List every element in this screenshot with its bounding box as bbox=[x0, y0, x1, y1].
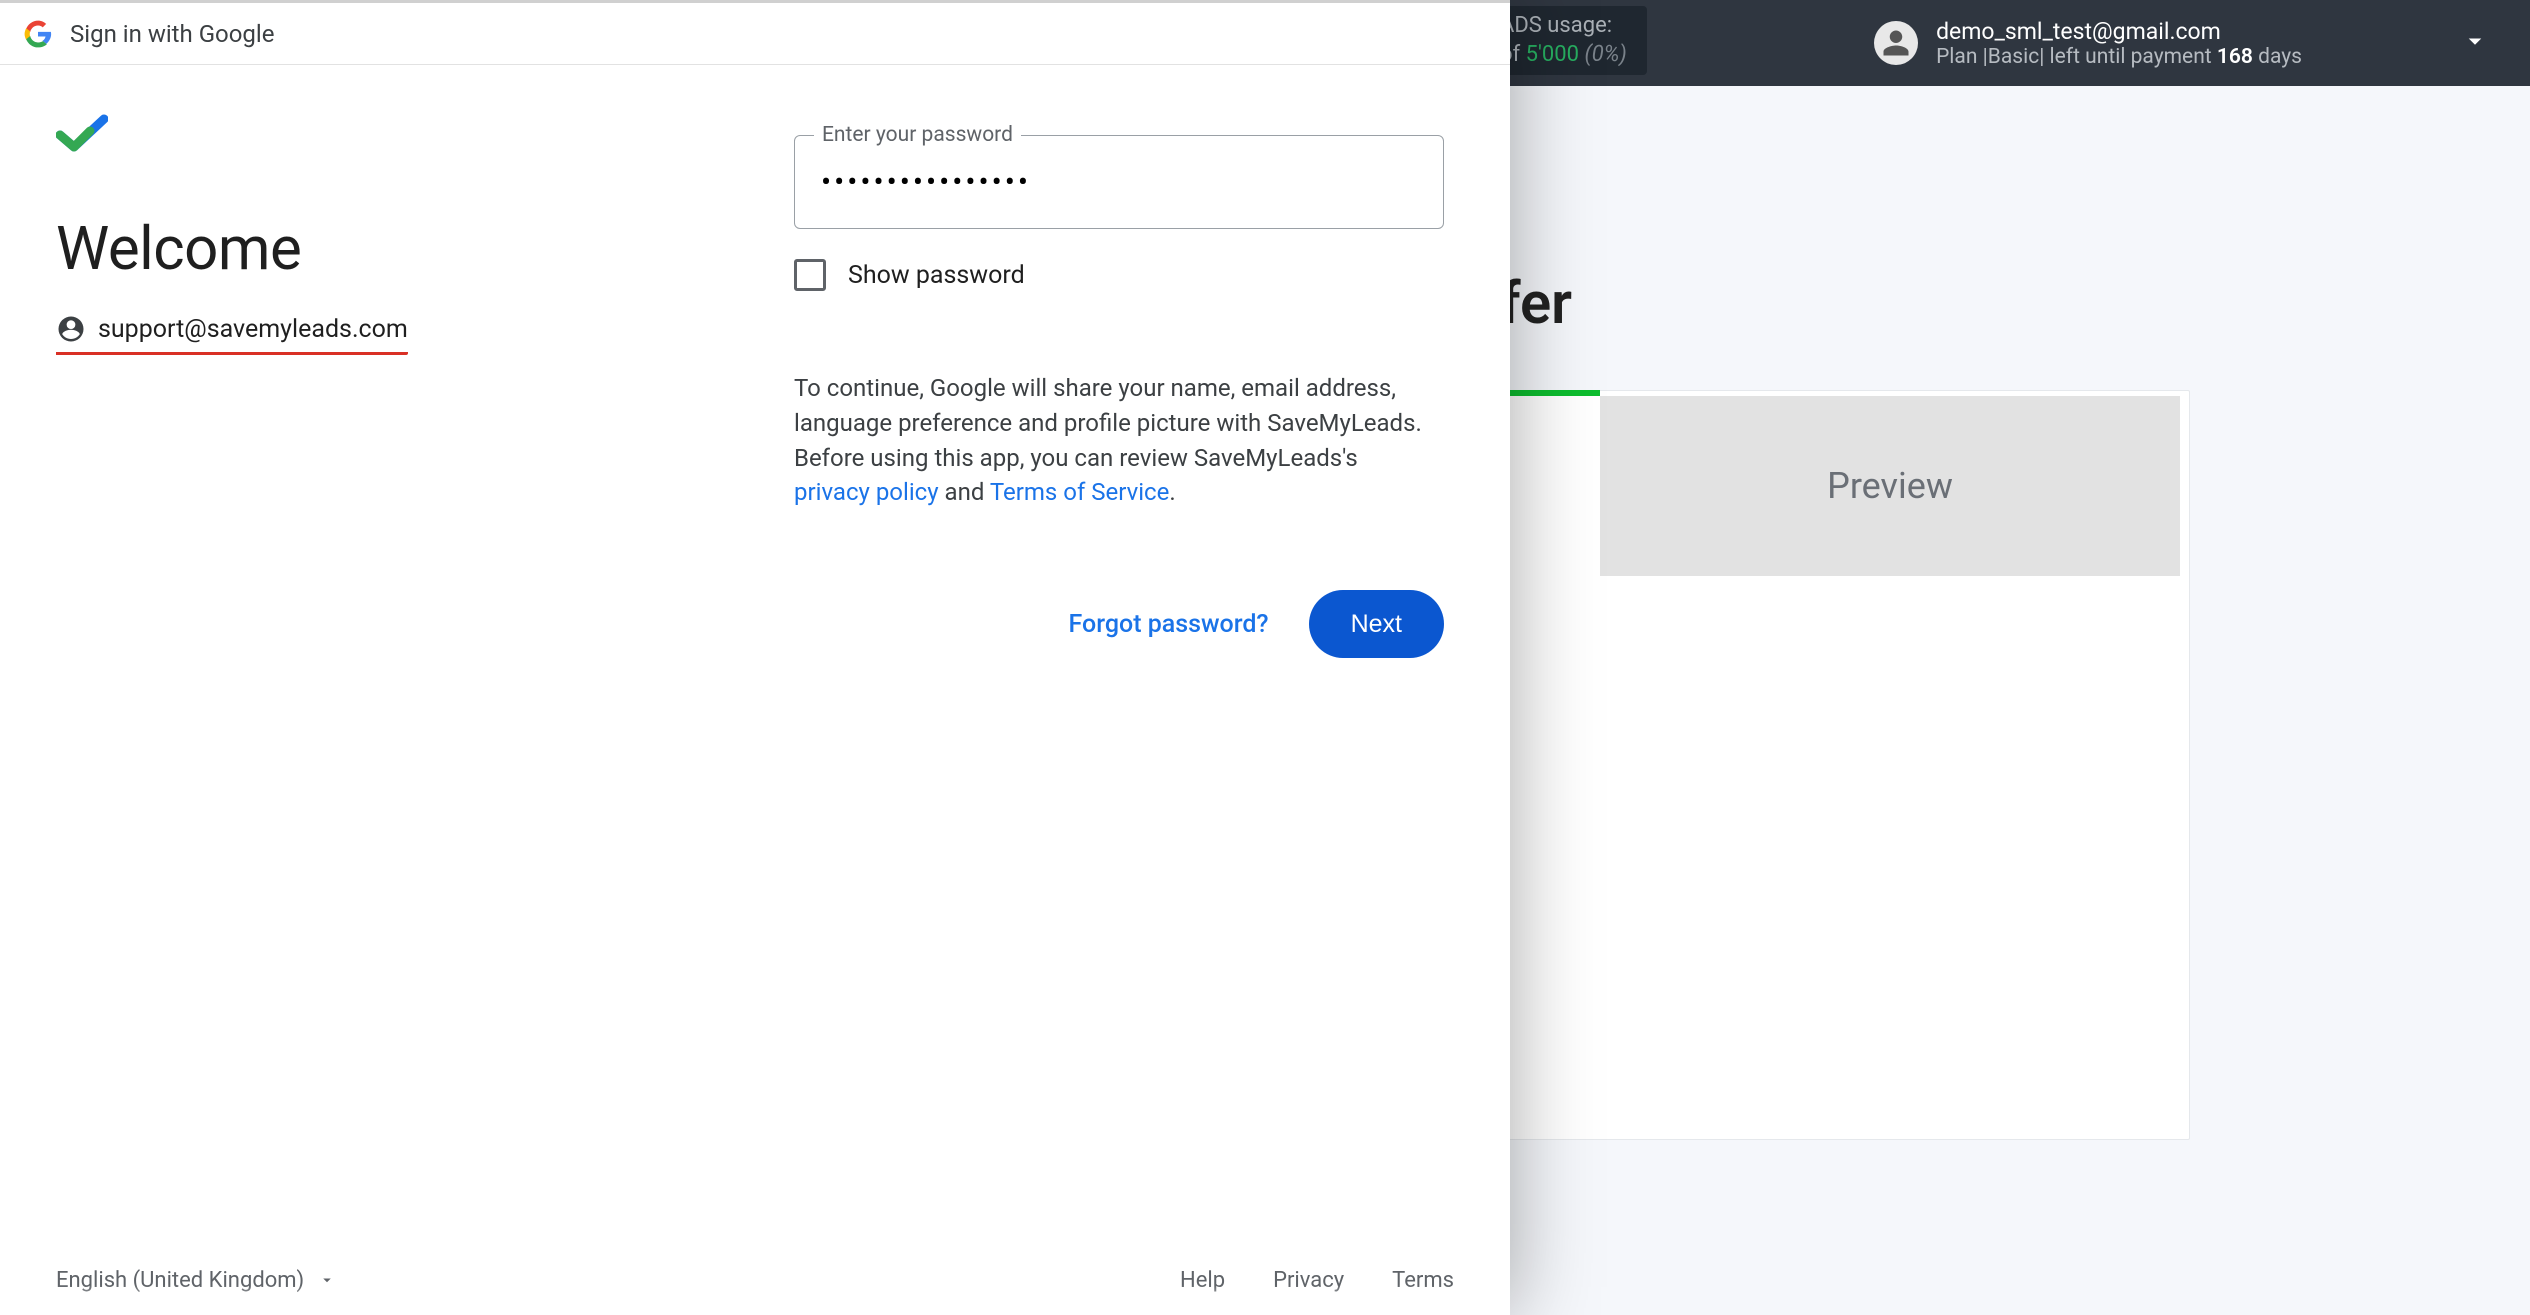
account-menu[interactable]: demo_sml_test@gmail.com Plan |Basic| lef… bbox=[1874, 18, 2490, 69]
usage-label: ADS usage: bbox=[1500, 13, 1612, 38]
chevron-down-icon[interactable] bbox=[2460, 26, 2490, 60]
google-modal-header: Sign in with Google bbox=[0, 3, 1510, 65]
show-password-label: Show password bbox=[848, 261, 1025, 290]
app-logo-icon bbox=[56, 113, 108, 153]
password-field-wrap: Enter your password bbox=[794, 135, 1454, 229]
show-password-checkbox[interactable] bbox=[794, 259, 826, 291]
user-circle-icon bbox=[56, 314, 86, 344]
fade-overlay bbox=[0, 1285, 1510, 1315]
usage-pct: (0%) bbox=[1584, 42, 1626, 67]
forgot-password-link[interactable]: Forgot password? bbox=[1069, 610, 1269, 639]
privacy-policy-link[interactable]: privacy policy bbox=[794, 478, 939, 506]
tab-preview-label: Preview bbox=[1827, 465, 1953, 507]
terms-of-service-link[interactable]: Terms of Service bbox=[990, 478, 1169, 506]
google-logo-icon bbox=[24, 20, 52, 48]
google-signin-modal: Sign in with Google Welcome support@save… bbox=[0, 0, 1510, 1315]
next-button[interactable]: Next bbox=[1309, 590, 1444, 658]
password-label: Enter your password bbox=[814, 123, 1021, 147]
page-title-partial: fer bbox=[1500, 270, 1572, 338]
account-chip-email: support@savemyleads.com bbox=[98, 315, 408, 344]
account-email: demo_sml_test@gmail.com bbox=[1936, 18, 2302, 45]
tab-preview[interactable]: Preview bbox=[1600, 396, 2180, 576]
welcome-heading: Welcome bbox=[56, 213, 756, 284]
avatar-icon bbox=[1874, 21, 1918, 65]
consent-text: To continue, Google will share your name… bbox=[794, 371, 1434, 510]
account-plan: Plan |Basic| left until payment 168 days bbox=[1936, 45, 2302, 69]
account-chip[interactable]: support@savemyleads.com bbox=[56, 314, 408, 355]
usage-limit: 5'000 bbox=[1526, 42, 1579, 67]
password-input[interactable] bbox=[794, 135, 1444, 229]
google-header-text: Sign in with Google bbox=[70, 20, 274, 48]
